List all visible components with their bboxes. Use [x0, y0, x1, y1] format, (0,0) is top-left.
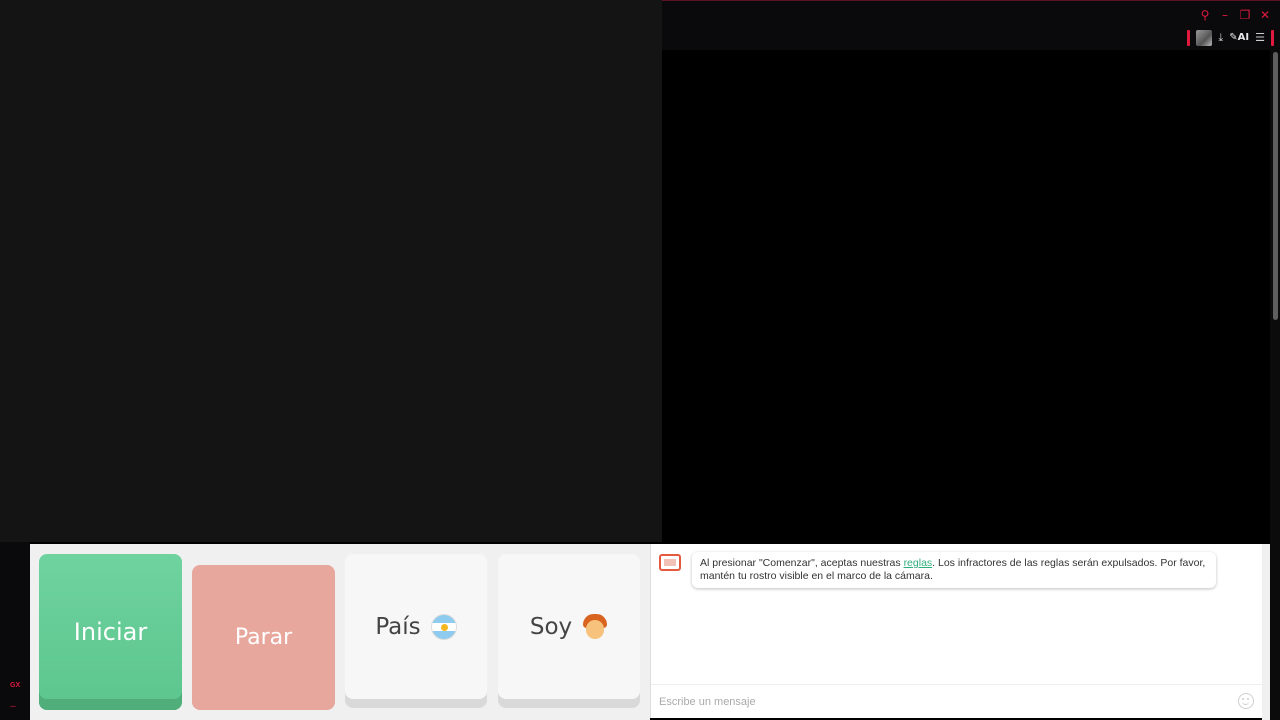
ai-button[interactable]: ✎AI [1229, 30, 1249, 46]
close-icon[interactable]: ✕ [1258, 7, 1272, 23]
control-panel: Iniciar Parar País Soy [30, 544, 650, 720]
app-root: ⚲ – ❐ ✕ ⤓ ✎AI ☰ GX ... Iniciar Parar Paí… [0, 0, 1280, 720]
country-label: País [375, 613, 421, 640]
message-input[interactable] [657, 691, 1231, 713]
scrollbar-thumb[interactable] [1273, 52, 1278, 320]
download-icon[interactable]: ⤓ [1218, 30, 1223, 46]
side-strip-more[interactable]: ... [10, 702, 16, 709]
avatar[interactable] [1196, 30, 1213, 46]
rules-link[interactable]: reglas [904, 557, 933, 569]
remote-video-panel [662, 50, 1270, 544]
ai-label: AI [1237, 32, 1250, 43]
gender-label: Soy [529, 613, 573, 640]
side-strip-label: GX [10, 682, 21, 689]
scrollbar[interactable] [1270, 50, 1280, 720]
start-button[interactable]: Iniciar [39, 554, 182, 710]
local-video-panel [0, 0, 662, 542]
search-icon[interactable]: ⚲ [1198, 7, 1212, 23]
tv-logo-icon [659, 554, 681, 571]
restore-icon[interactable]: ❐ [1238, 7, 1252, 23]
window-controls: ⚲ – ❐ ✕ [1198, 7, 1272, 23]
emoji-icon[interactable] [1238, 693, 1254, 709]
chat-input-row [651, 684, 1262, 718]
menu-icon[interactable]: ☰ [1255, 30, 1265, 46]
gender-button[interactable]: Soy [498, 554, 640, 699]
message-text-before: Al presionar "Comenzar", aceptas nuestra… [700, 557, 904, 569]
minimize-icon[interactable]: – [1218, 7, 1232, 23]
stop-label: Parar [234, 625, 293, 650]
browser-side-strip: GX ... [0, 542, 30, 720]
system-message: Al presionar "Comenzar", aceptas nuestra… [692, 552, 1216, 588]
start-label: Iniciar [73, 618, 148, 646]
accent-bar-right [1271, 30, 1274, 46]
country-button[interactable]: País [345, 554, 487, 699]
toolbar: ⤓ ✎AI ☰ [1187, 28, 1274, 48]
boy-icon [582, 613, 608, 640]
argentina-flag-icon [430, 613, 457, 640]
browser-top-bar: ⚲ – ❐ ✕ ⤓ ✎AI ☰ [662, 0, 1280, 50]
chat-panel: Al presionar "Comenzar", aceptas nuestra… [650, 544, 1262, 718]
accent-bar [1187, 30, 1191, 46]
chat-right-edge [1262, 544, 1270, 720]
stop-button[interactable]: Parar [192, 565, 335, 710]
